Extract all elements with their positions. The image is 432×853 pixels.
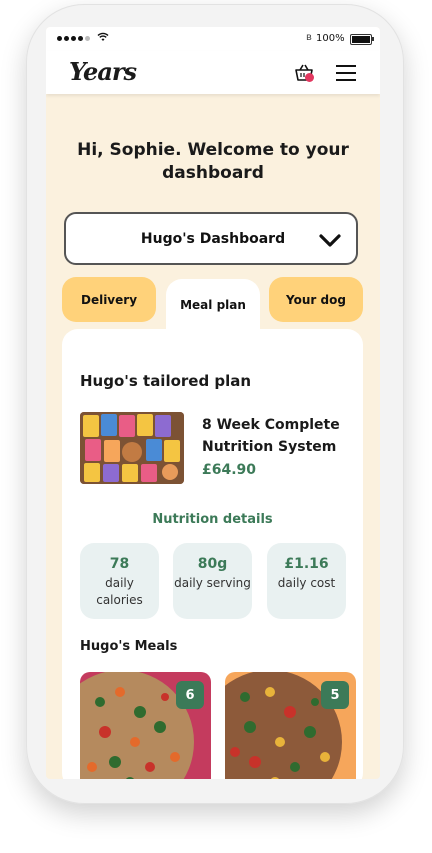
stat-value: 80g bbox=[197, 556, 228, 572]
app-screen: ʙ 100% Years Hi, Sophie. Welcome to your… bbox=[46, 27, 380, 779]
meal-card[interactable]: 6 bbox=[80, 672, 211, 779]
dashboard-select-value: Hugo's Dashboard bbox=[140, 231, 286, 247]
stat-label: daily serving bbox=[174, 576, 251, 590]
plan-price: £64.90 bbox=[202, 462, 257, 478]
wifi-icon bbox=[97, 32, 109, 41]
welcome-heading: Hi, Sophie. Welcome to your dashboard bbox=[77, 140, 349, 183]
plan-product-name[interactable]: 8 Week Complete Nutrition System bbox=[202, 414, 352, 458]
stat-label: daily cost bbox=[277, 576, 336, 590]
meal-plan-panel: Hugo's tailored plan 8 Week Complete Nut… bbox=[62, 329, 363, 779]
stat-value: £1.16 bbox=[284, 556, 329, 572]
stat-value: 78 bbox=[109, 556, 130, 572]
chevron-down-icon bbox=[319, 234, 341, 247]
brand-logo[interactable]: Years bbox=[69, 57, 137, 86]
product-image[interactable] bbox=[80, 412, 184, 484]
nutrition-details-title: Nutrition details bbox=[152, 512, 273, 527]
meal-card[interactable]: 5 bbox=[225, 672, 356, 779]
stat-daily-serving: 80g daily serving bbox=[173, 543, 252, 619]
hamburger-menu-icon[interactable] bbox=[336, 65, 356, 81]
dashboard-select[interactable]: Hugo's Dashboard bbox=[64, 212, 358, 265]
plan-title: Hugo's tailored plan bbox=[80, 372, 252, 390]
meal-count-badge: 6 bbox=[176, 681, 204, 709]
tab-delivery[interactable]: Delivery bbox=[62, 277, 156, 322]
meal-count-badge: 5 bbox=[321, 681, 349, 709]
bluetooth-icon: ʙ bbox=[306, 32, 312, 43]
stat-daily-calories: 78 daily calories bbox=[80, 543, 159, 619]
battery-icon bbox=[350, 34, 374, 45]
cart-badge bbox=[305, 73, 314, 82]
battery-percent: 100% bbox=[316, 33, 345, 44]
tab-your-dog[interactable]: Your dog bbox=[269, 277, 363, 322]
app-header: Years bbox=[46, 51, 380, 94]
status-bar: ʙ 100% bbox=[46, 27, 380, 51]
stat-daily-cost: £1.16 daily cost bbox=[267, 543, 346, 619]
stat-label: daily calories bbox=[96, 576, 143, 607]
signal-icon bbox=[57, 36, 90, 41]
meals-title: Hugo's Meals bbox=[80, 639, 178, 654]
